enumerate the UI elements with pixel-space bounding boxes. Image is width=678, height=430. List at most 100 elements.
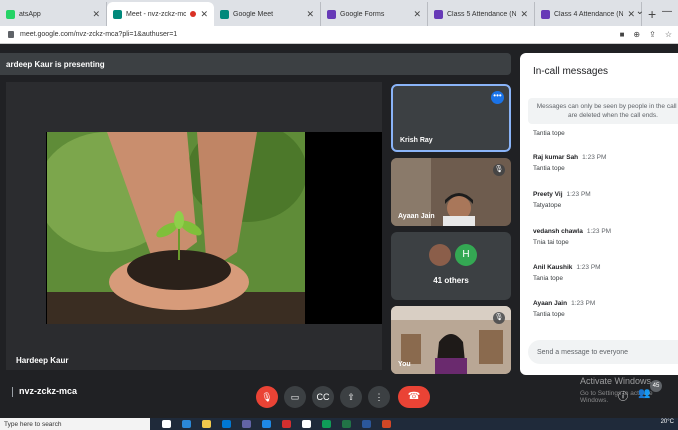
others-avatars: H — [429, 244, 477, 266]
tab-label: Google Forms — [340, 10, 385, 18]
browser-tab-strip: atsApp ✕ Meet - nvz-zckz-mca ✕ Google Me… — [0, 0, 678, 26]
recording-icon — [190, 11, 197, 17]
chrome-icon[interactable] — [322, 420, 331, 428]
tab-google-meet[interactable]: Google Meet ✕ — [214, 2, 321, 26]
word-icon[interactable] — [362, 420, 371, 428]
tab-label: Class 5 Attendance (Novem — [447, 10, 517, 18]
message-text: Tania tope — [533, 275, 563, 282]
message-sender: Preety Vij — [533, 191, 563, 198]
avatar: H — [455, 244, 477, 266]
chat-message: Raj kumar Sah 1:23 PM Tantia tope — [533, 154, 606, 172]
address-bar[interactable]: meet.google.com/nvz-zckz-mca?pli=1&authu… — [0, 26, 678, 44]
message-time: 1:23 PM — [582, 154, 607, 161]
meeting-code-text: nvz-zckz-mca — [19, 386, 78, 396]
presentation-image — [47, 132, 305, 324]
participant-tile-others[interactable]: H 41 others — [391, 232, 511, 300]
camera-toggle-button[interactable]: ▭ — [284, 386, 306, 408]
chat-previous-text: Tantia tope — [533, 130, 565, 137]
task-view-icon[interactable] — [182, 420, 191, 428]
tab-label: Meet - nvz-zckz-mca — [126, 10, 187, 18]
presenter-name: Hardeep Kaur — [16, 356, 69, 365]
taskbar-search[interactable]: Type here to search — [0, 418, 150, 430]
excel-icon[interactable] — [342, 420, 351, 428]
taskbar-apps — [162, 420, 391, 428]
more-options-icon[interactable]: ••• — [491, 91, 504, 104]
teams-icon[interactable] — [242, 420, 251, 428]
document-icon[interactable] — [302, 420, 311, 428]
forms-icon — [541, 9, 550, 19]
participant-tile-ayaan-jain[interactable]: 🎙 Ayaan Jain — [391, 158, 511, 226]
chat-message: vedansh chawla 1:23 PM Tnia tai tope — [533, 228, 611, 246]
file-explorer-icon[interactable] — [202, 420, 211, 428]
others-count: 41 others — [433, 276, 469, 285]
close-icon[interactable]: ✕ — [92, 9, 100, 20]
address-bar-icons: ■ ⊕ ⇪ ☆ — [620, 30, 672, 39]
message-sender: vedansh chawla — [533, 228, 583, 235]
message-text: Tantia tope — [533, 165, 565, 172]
message-text: Tantia tope — [533, 311, 565, 318]
edge-icon[interactable] — [222, 420, 231, 428]
people-icon[interactable]: 👥 — [638, 388, 650, 403]
participant-tile-you[interactable]: 🎙 You — [391, 306, 511, 374]
chat-message: Anil Kaushik 1:23 PM Tania tope — [533, 264, 601, 282]
forms-icon — [327, 9, 336, 19]
system-tray: 20°C — [661, 419, 674, 425]
window-controls: ⌄ — — [636, 6, 672, 17]
mic-off-icon: 🎙 — [493, 164, 505, 176]
chat-message: Preety Vij 1:23 PM Tatyatope — [533, 191, 591, 209]
chat-panel: In-call messages Messages can only be se… — [520, 53, 678, 375]
share-icon[interactable]: ⇪ — [649, 30, 656, 39]
present-button[interactable]: ⇧ — [340, 386, 362, 408]
close-icon[interactable]: ✕ — [200, 9, 208, 20]
chat-message-input[interactable]: Send a message to everyone — [528, 340, 678, 364]
tab-meet[interactable]: Meet - nvz-zckz-mca ✕ — [107, 2, 214, 26]
mail-icon[interactable] — [262, 420, 271, 428]
message-time: 1:23 PM — [586, 228, 612, 235]
participants-badge: 45 — [650, 380, 662, 392]
chat-title: In-call messages — [533, 66, 609, 77]
message-sender: Anil Kaushik — [533, 264, 573, 271]
participant-tile-krish-ray[interactable]: ••• Krish Ray — [391, 84, 511, 152]
mic-off-icon: 🎙 — [493, 312, 505, 324]
tab-class5-attendance[interactable]: Class 5 Attendance (Novem ✕ — [428, 2, 535, 26]
url-text: meet.google.com/nvz-zckz-mca?pli=1&authu… — [20, 31, 178, 38]
star-icon[interactable]: ☆ — [665, 30, 672, 39]
message-sender: Ayaan Jain — [533, 300, 568, 307]
info-icon[interactable]: ⓘ — [618, 388, 628, 403]
close-icon[interactable]: ✕ — [627, 9, 635, 20]
hands-holding-plant-image — [47, 132, 305, 324]
message-time: 1:23 PM — [576, 264, 601, 271]
camera-icon[interactable]: ■ — [620, 30, 625, 39]
windows-taskbar: Type here to search 20°C — [0, 418, 678, 430]
captions-button[interactable]: CC — [312, 386, 334, 408]
meet-icon — [113, 9, 122, 19]
search-icon[interactable] — [162, 420, 171, 428]
powerpoint-icon[interactable] — [382, 420, 391, 428]
close-icon[interactable]: ✕ — [306, 9, 314, 20]
message-time: 1:23 PM — [571, 300, 596, 307]
opera-icon[interactable] — [282, 420, 291, 428]
tab-google-forms[interactable]: Google Forms ✕ — [321, 2, 428, 26]
message-sender: Raj kumar Sah — [533, 154, 579, 161]
close-icon[interactable]: ✕ — [413, 9, 421, 20]
whatsapp-icon — [6, 9, 15, 19]
tab-label: Google Meet — [233, 10, 274, 18]
forms-icon — [434, 9, 443, 19]
chat-notice: Messages can only be seen by people in t… — [528, 98, 678, 124]
message-time: 1:23 PM — [566, 191, 591, 198]
lock-icon — [8, 31, 14, 38]
tab-whatsapp[interactable]: atsApp ✕ — [0, 2, 107, 26]
more-options-button[interactable]: ⋮ — [368, 386, 390, 408]
weather-text: 20°C — [660, 419, 674, 425]
close-icon[interactable]: ✕ — [520, 9, 528, 20]
mic-toggle-button[interactable]: 🎙 — [256, 386, 278, 408]
tab-search-icon[interactable]: ⌄ — [636, 6, 644, 17]
participant-name: You — [398, 361, 411, 368]
meeting-code: nvz-zckz-mca — [12, 386, 77, 397]
minimize-icon[interactable]: — — [662, 6, 672, 17]
divider — [12, 386, 13, 397]
tab-class4-attendance[interactable]: Class 4 Attendance (Novem ✕ — [535, 2, 642, 26]
zoom-icon[interactable]: ⊕ — [633, 30, 640, 39]
meet-call-view: ardeep Kaur is presenting Hardeep Kaur •… — [0, 44, 678, 418]
end-call-button[interactable]: ☎ — [398, 386, 430, 408]
